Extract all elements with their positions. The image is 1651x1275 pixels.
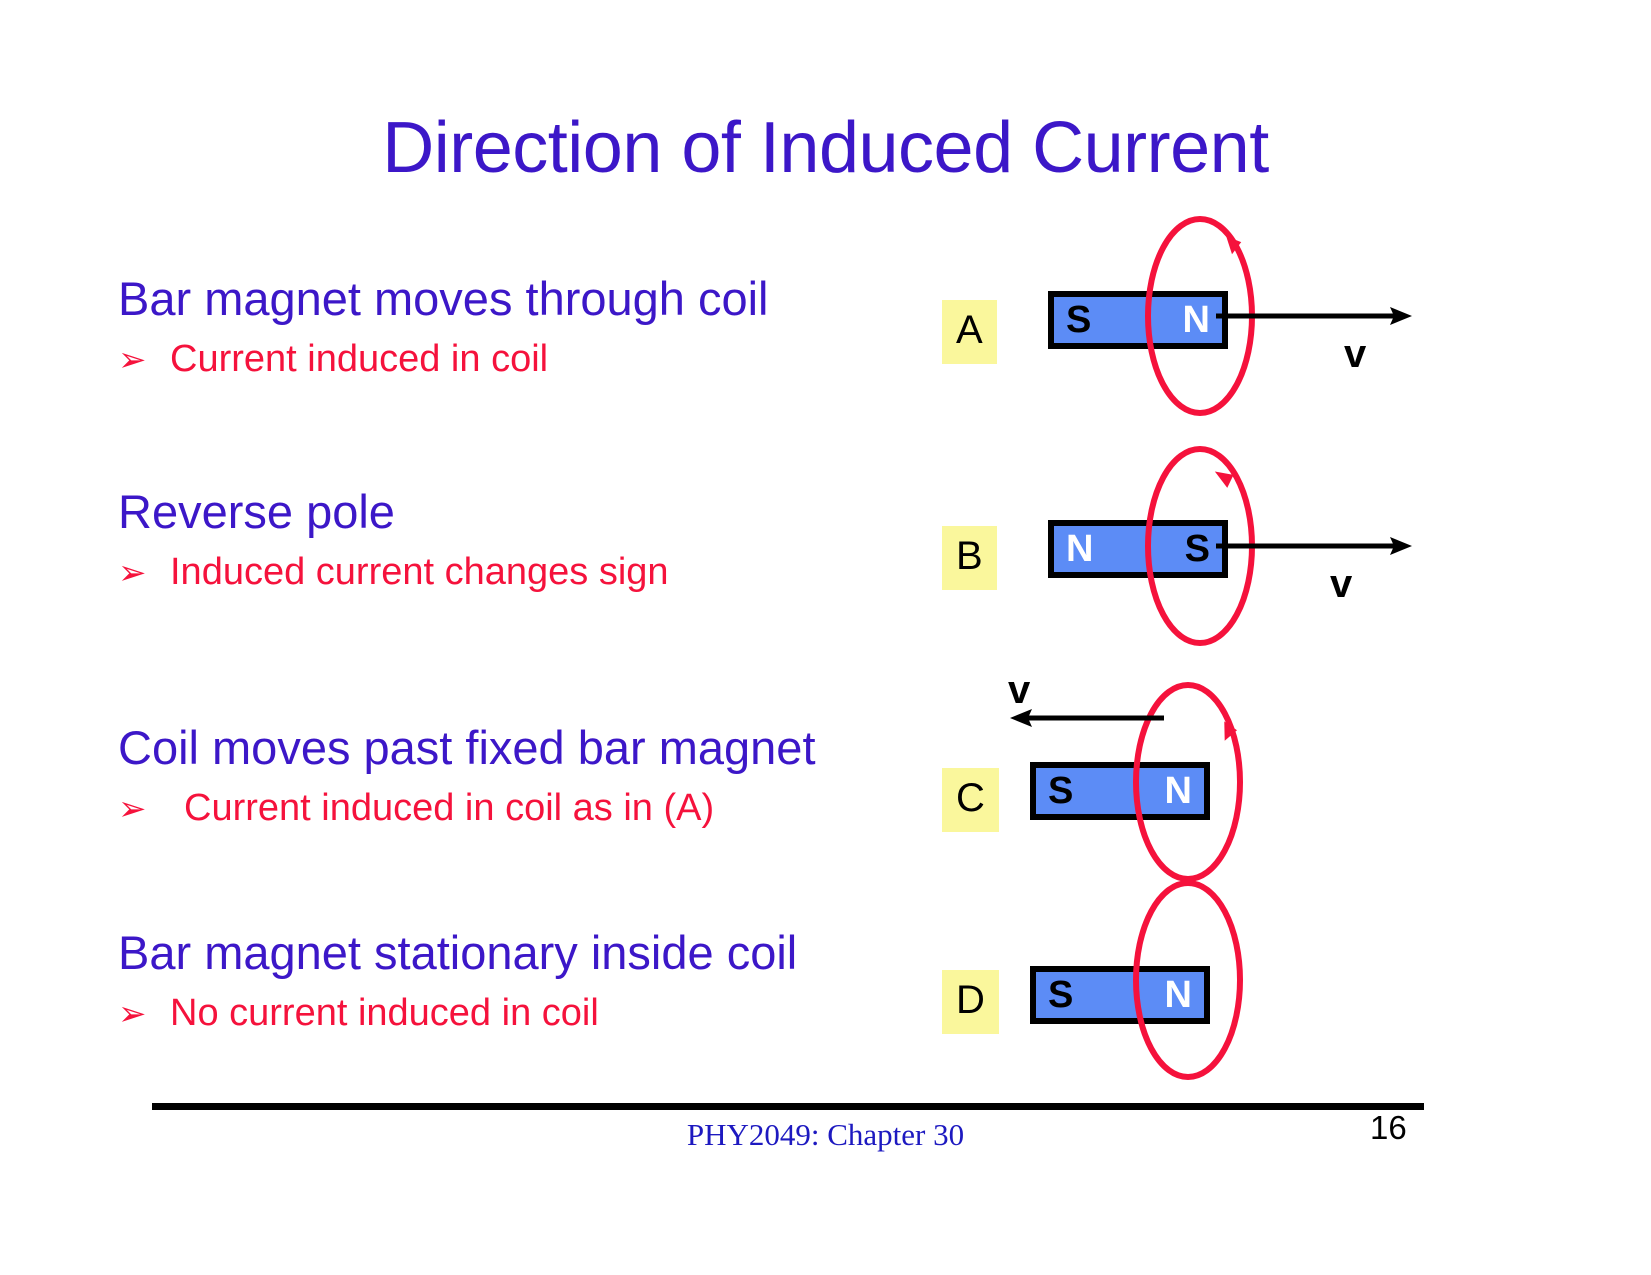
velocity-arrow-c	[1010, 709, 1164, 727]
velocity-label-b: v	[1330, 562, 1353, 606]
bar-magnet-a: S N	[1048, 291, 1228, 349]
diagram-tag-a: A	[942, 300, 997, 364]
bar-magnet-c: S N	[1030, 762, 1210, 820]
block-bullet-label: Induced current changes sign	[170, 551, 669, 594]
magnet-pole-right: N	[1164, 974, 1192, 1016]
content-block-reverse-pole: Reverse pole ➢ Induced current changes s…	[118, 487, 918, 595]
diagram-tag-b: B	[942, 526, 997, 590]
arrow-bullet-icon: ➢	[118, 995, 147, 1034]
block-bullet-item: ➢ Current induced in coil as in (A)	[118, 788, 918, 831]
magnet-pole-right: N	[1164, 770, 1192, 812]
magnet-pole-left: S	[1048, 974, 1074, 1016]
arrow-bullet-icon: ➢	[118, 790, 147, 829]
content-block-bar-magnet-moves: Bar magnet moves through coil ➢ Current …	[118, 274, 918, 382]
velocity-arrow-a	[1216, 307, 1412, 325]
arrow-bullet-icon: ➢	[118, 554, 147, 593]
current-direction-arrowhead-c	[1224, 721, 1238, 741]
block-heading: Coil moves past fixed bar magnet	[118, 721, 816, 774]
block-bullet-label: Current induced in coil as in (A)	[184, 787, 715, 830]
velocity-label-a: v	[1344, 332, 1367, 376]
magnet-pole-left: S	[1048, 770, 1074, 812]
magnet-pole-right: N	[1182, 299, 1210, 341]
page-title: Direction of Induced Current	[382, 108, 1269, 188]
block-bullet-item: ➢ No current induced in coil	[118, 993, 918, 1036]
content-block-coil-moves: Coil moves past fixed bar magnet ➢ Curre…	[118, 723, 918, 831]
magnet-pole-left: N	[1066, 528, 1094, 570]
block-bullet-item: ➢ Induced current changes sign	[118, 552, 918, 595]
block-bullet-label: Current induced in coil	[170, 338, 549, 381]
bar-magnet-b: N S	[1048, 520, 1228, 578]
block-bullet-label: No current induced in coil	[170, 992, 599, 1035]
velocity-label-c: v	[1008, 668, 1031, 712]
diagram-c: C S N v	[930, 650, 1490, 882]
diagram-d: D S N	[930, 858, 1490, 1088]
block-heading: Bar magnet moves through coil	[118, 272, 769, 325]
slide-canvas: Direction of Induced Current Bar magnet …	[0, 0, 1651, 1275]
block-heading: Reverse pole	[118, 485, 395, 538]
block-bullet-item: ➢ Current induced in coil	[118, 339, 918, 382]
current-direction-arrowhead-b	[1214, 471, 1234, 488]
diagram-tag-c: C	[942, 768, 999, 832]
magnet-pole-left: S	[1066, 299, 1092, 341]
diagram-b: B N S v	[930, 434, 1490, 664]
diagram-tag-d: D	[942, 970, 999, 1034]
magnet-pole-right: S	[1184, 528, 1210, 570]
bar-magnet-d: S N	[1030, 966, 1210, 1024]
velocity-arrow-b	[1216, 537, 1412, 555]
block-heading: Bar magnet stationary inside coil	[118, 926, 798, 979]
diagram-a: A S N v	[930, 216, 1490, 446]
content-block-stationary-magnet: Bar magnet stationary inside coil ➢ No c…	[118, 928, 918, 1036]
footer-divider	[152, 1103, 1424, 1110]
page-number: 16	[1370, 1109, 1407, 1146]
current-direction-arrowhead-a	[1226, 236, 1242, 255]
arrow-bullet-icon: ➢	[118, 341, 147, 380]
